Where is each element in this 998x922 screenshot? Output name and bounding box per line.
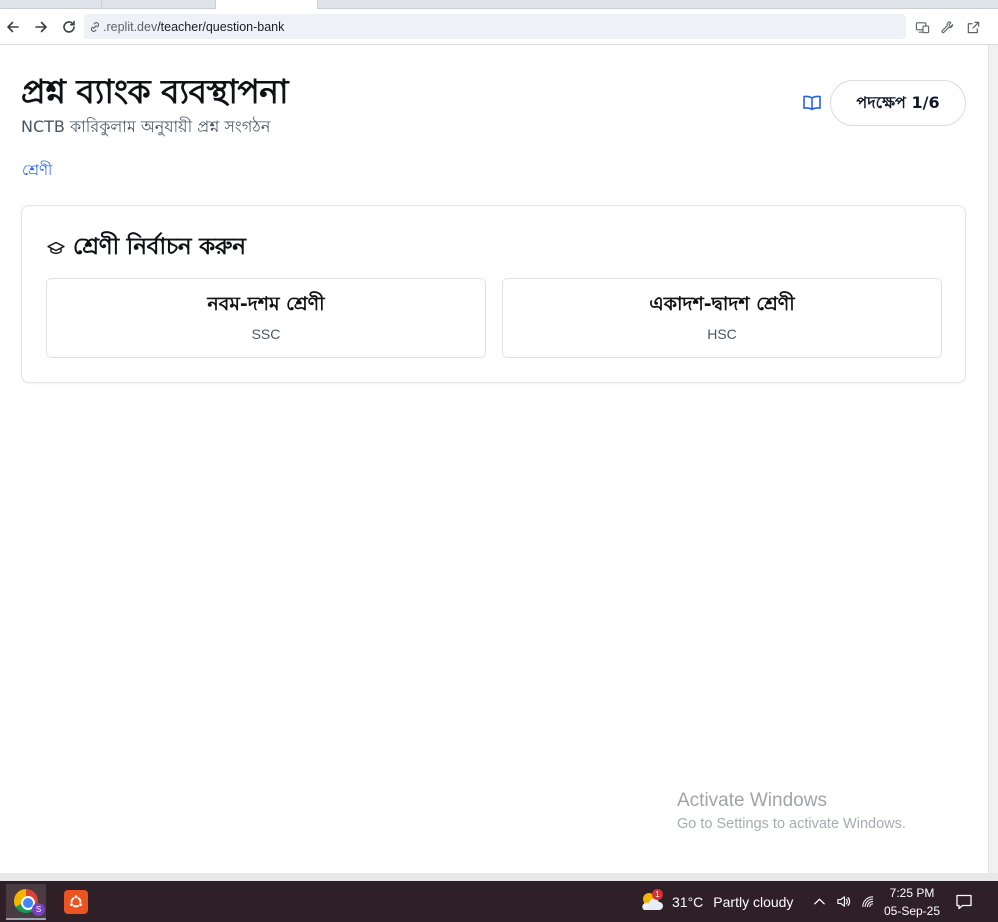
url-path: /teacher/question-bank — [157, 19, 285, 34]
ubuntu-taskbar-button[interactable] — [56, 884, 96, 920]
profile-badge: S — [32, 903, 45, 916]
page-subtitle: NCTB কারিকুলাম অনুযায়ী প্রশ্ন সংগঠন — [21, 117, 271, 136]
vertical-scrollbar[interactable] — [988, 45, 998, 875]
card-header: শ্রেণী নির্বাচন করুন — [47, 228, 246, 267]
graduation-cap-icon — [47, 241, 65, 254]
url-domain: .replit.dev — [103, 19, 158, 34]
class-option-ssc[interactable]: নবম-দশম শ্রেণী SSC — [46, 278, 486, 358]
tab-strip — [0, 0, 998, 10]
clock-time: 7:25 PM — [889, 886, 935, 900]
weather-widget[interactable]: 1 31°C Partly cloudy — [638, 889, 793, 915]
back-icon[interactable] — [2, 16, 24, 38]
forward-icon[interactable] — [30, 16, 52, 38]
address-bar[interactable]: .replit.dev/teacher/question-bank — [84, 14, 906, 39]
window-bottom-edge — [0, 873, 998, 881]
weather-condition: Partly cloudy — [713, 894, 794, 910]
class-option-name: নবম-দশম শ্রেণী — [207, 293, 325, 315]
book-open-icon[interactable] — [800, 92, 824, 114]
class-option-code: HSC — [707, 326, 737, 342]
activate-windows-watermark: Activate Windows Go to Settings to activ… — [677, 790, 906, 832]
install-app-icon[interactable] — [913, 18, 931, 36]
page-content: প্রশ্ন ব্যাংক ব্যবস্থাপনা NCTB কারিকুলাম… — [0, 46, 988, 873]
class-option-name: একাদশ-দ্বাদশ শ্রেণী — [649, 293, 795, 315]
watermark-title: Activate Windows — [677, 790, 827, 811]
wifi-icon[interactable] — [858, 892, 876, 910]
taskbar-clock[interactable]: 7:25 PM 05-Sep-25 — [878, 885, 946, 919]
class-option-code: SSC — [251, 326, 281, 342]
class-selection-card: শ্রেণী নির্বাচন করুন নবম-দশম শ্রেণী SSC … — [21, 205, 966, 383]
reload-icon[interactable] — [58, 16, 80, 38]
browser-tab[interactable] — [101, 0, 215, 9]
chrome-taskbar-button[interactable]: S — [6, 884, 46, 920]
breadcrumb-class[interactable]: শ্রেণী — [22, 159, 52, 184]
link-icon — [90, 21, 100, 32]
card-title: শ্রেণী নির্বাচন করুন — [73, 234, 246, 260]
ubuntu-icon — [64, 890, 88, 914]
open-new-window-icon[interactable] — [964, 18, 982, 36]
url-text: .replit.dev/teacher/question-bank — [103, 20, 284, 34]
watermark-subtitle: Go to Settings to activate Windows. — [677, 816, 906, 832]
speaker-icon[interactable] — [834, 892, 852, 910]
clock-date: 05-Sep-25 — [883, 904, 941, 918]
step-indicator: পদক্ষেপ 1/6 — [830, 80, 966, 126]
temperature: 31°C — [672, 894, 704, 910]
taskbar: S 1 31°C Partly cloudy 7:25 PM 05-Sep-25 — [0, 881, 998, 922]
notification-icon[interactable] — [952, 890, 976, 914]
class-option-hsc[interactable]: একাদশ-দ্বাদশ শ্রেণী HSC — [502, 278, 942, 358]
browser-toolbar: .replit.dev/teacher/question-bank — [0, 9, 998, 45]
partly-cloudy-icon: 1 — [638, 889, 666, 915]
wrench-icon[interactable] — [938, 18, 956, 36]
weather-alert-badge: 1 — [652, 889, 663, 900]
chevron-up-icon[interactable] — [810, 892, 828, 910]
